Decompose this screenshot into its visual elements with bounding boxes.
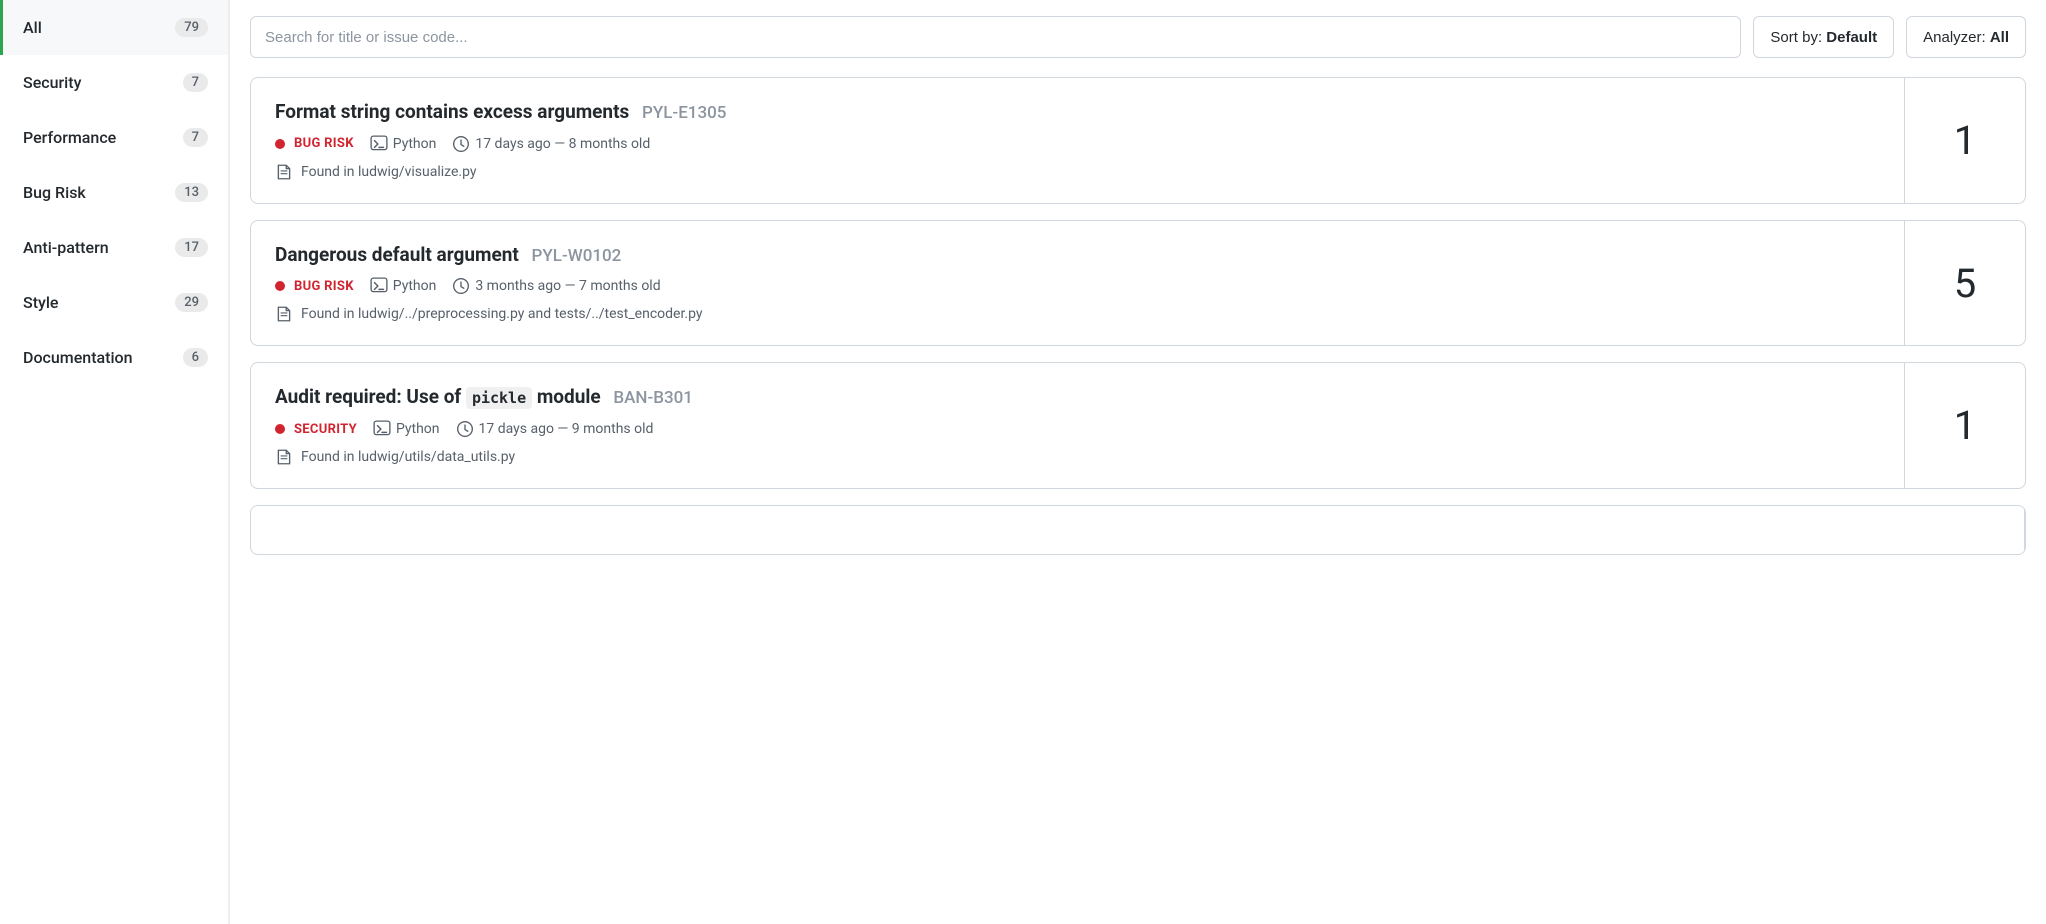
dot-red-icon-0 bbox=[275, 139, 285, 149]
badge-0: BUG RISK bbox=[275, 136, 354, 151]
terminal-icon-2 bbox=[373, 420, 391, 438]
issue-meta-1: BUG RISK Python bbox=[275, 277, 1880, 295]
terminal-icon-0 bbox=[370, 135, 388, 153]
time-1: 3 months ago — 7 months old bbox=[452, 277, 660, 295]
terminal-icon-1 bbox=[370, 277, 388, 295]
sidebar: All 79 Security 7 Performance 7 Bug Risk… bbox=[0, 0, 230, 924]
file-icon-2 bbox=[275, 448, 293, 466]
issue-count-2: 1 bbox=[1905, 363, 2025, 488]
issue-card-2[interactable]: Audit required: Use of pickle module BAN… bbox=[250, 362, 2026, 489]
file-icon-1 bbox=[275, 305, 293, 323]
issue-card-1[interactable]: Dangerous default argument PYL-W0102 BUG… bbox=[250, 220, 2026, 347]
main-content: Sort by: Default Analyzer: All Format st… bbox=[230, 0, 2046, 924]
badge-2: SECURITY bbox=[275, 422, 357, 437]
sidebar-item-performance[interactable]: Performance 7 bbox=[0, 110, 228, 165]
badge-1: BUG RISK bbox=[275, 279, 354, 294]
sidebar-item-style[interactable]: Style 29 bbox=[0, 275, 228, 330]
issue-count-1: 5 bbox=[1905, 221, 2025, 346]
time-0: 17 days ago — 8 months old bbox=[452, 135, 650, 153]
issue-title-2: Audit required: Use of pickle module BAN… bbox=[275, 385, 1880, 410]
clock-icon-1 bbox=[452, 277, 470, 295]
issue-card-2-main: Audit required: Use of pickle module BAN… bbox=[251, 363, 1905, 488]
issue-file-0: Found in ludwig/visualize.py bbox=[275, 163, 1880, 181]
dot-red-icon-2 bbox=[275, 424, 285, 434]
issue-title-1: Dangerous default argument PYL-W0102 bbox=[275, 243, 1880, 268]
sidebar-item-documentation[interactable]: Documentation 6 bbox=[0, 330, 228, 385]
file-icon-0 bbox=[275, 163, 293, 181]
issue-meta-2: SECURITY Python bbox=[275, 420, 1880, 438]
issue-card-1-main: Dangerous default argument PYL-W0102 BUG… bbox=[251, 221, 1905, 346]
clock-icon-0 bbox=[452, 135, 470, 153]
language-2: Python bbox=[373, 420, 440, 438]
sidebar-item-anti-pattern[interactable]: Anti-pattern 17 bbox=[0, 220, 228, 275]
top-bar: Sort by: Default Analyzer: All bbox=[250, 0, 2026, 77]
analyzer-button[interactable]: Analyzer: All bbox=[1906, 16, 2026, 58]
issue-file-2: Found in ludwig/utils/data_utils.py bbox=[275, 448, 1880, 466]
search-input[interactable] bbox=[250, 16, 1741, 58]
issue-meta-0: BUG RISK Python bbox=[275, 135, 1880, 153]
sidebar-item-bug-risk[interactable]: Bug Risk 13 bbox=[0, 165, 228, 220]
time-2: 17 days ago — 9 months old bbox=[456, 420, 654, 438]
language-1: Python bbox=[370, 277, 437, 295]
sidebar-item-all[interactable]: All 79 bbox=[0, 0, 228, 55]
sort-button[interactable]: Sort by: Default bbox=[1753, 16, 1894, 58]
issue-card-0-main: Format string contains excess arguments … bbox=[251, 78, 1905, 203]
issue-card-0[interactable]: Format string contains excess arguments … bbox=[250, 77, 2026, 204]
inline-code-pickle: pickle bbox=[466, 387, 532, 409]
clock-icon-2 bbox=[456, 420, 474, 438]
issue-count-0: 1 bbox=[1905, 78, 2025, 203]
issue-file-1: Found in ludwig/../preprocessing.py and … bbox=[275, 305, 1880, 323]
sidebar-item-security[interactable]: Security 7 bbox=[0, 55, 228, 110]
language-0: Python bbox=[370, 135, 437, 153]
dot-red-icon-1 bbox=[275, 281, 285, 291]
issue-card-3-partial bbox=[250, 505, 2026, 555]
issue-card-3-main-partial bbox=[251, 506, 2025, 554]
issue-title-0: Format string contains excess arguments … bbox=[275, 100, 1880, 125]
